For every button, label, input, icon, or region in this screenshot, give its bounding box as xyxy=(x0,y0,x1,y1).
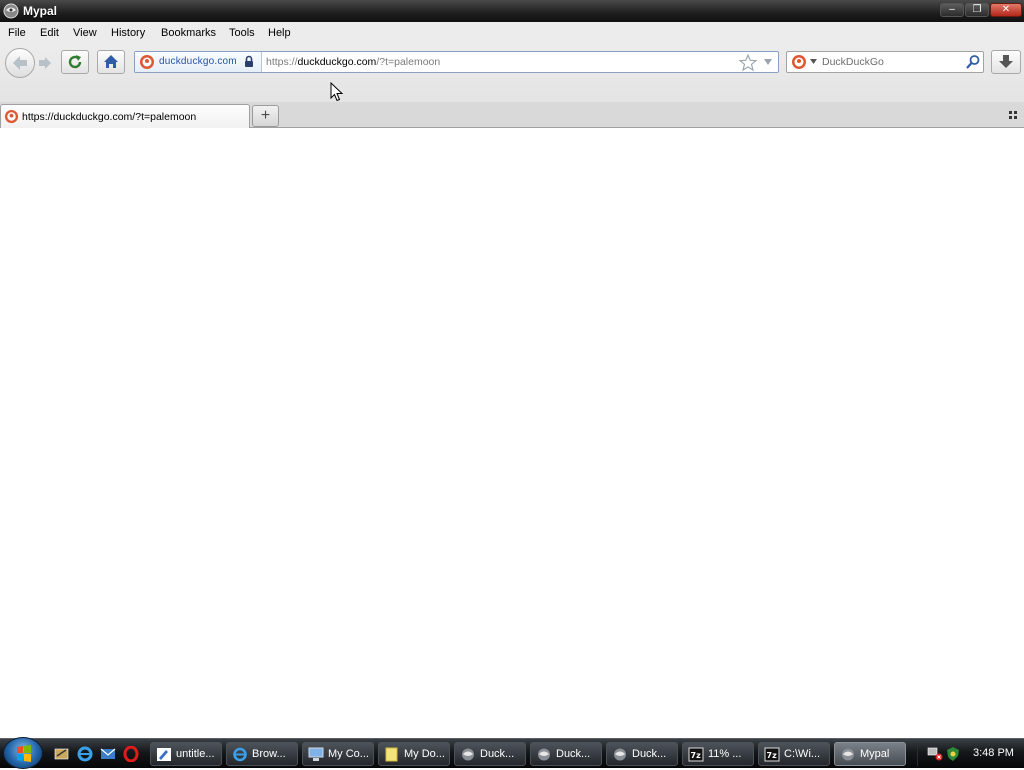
search-icon[interactable] xyxy=(965,54,981,70)
menu-edit[interactable]: Edit xyxy=(40,27,59,39)
new-tab-button[interactable]: + xyxy=(252,105,279,127)
mail-icon[interactable] xyxy=(100,746,116,762)
svg-text:7z: 7z xyxy=(767,751,778,760)
url-bar[interactable]: duckduckgo.com https://duckduckgo.com/?t… xyxy=(134,51,779,73)
mypal-icon xyxy=(842,748,854,761)
start-button[interactable] xyxy=(3,737,43,769)
mouse-cursor-icon xyxy=(330,82,343,102)
download-icon xyxy=(999,55,1013,68)
taskbar-item[interactable]: Duck... xyxy=(606,742,678,766)
taskbar-item[interactable]: Duck... xyxy=(454,742,526,766)
reload-button[interactable] xyxy=(61,50,89,74)
folder-icon xyxy=(385,747,398,762)
home-icon xyxy=(104,55,118,68)
star-icon[interactable] xyxy=(739,54,757,71)
close-button[interactable]: ✕ xyxy=(990,3,1022,17)
chevron-down-icon[interactable] xyxy=(810,59,817,64)
page-content[interactable] xyxy=(0,128,1024,738)
menu-history[interactable]: History xyxy=(111,27,145,39)
downloads-button[interactable] xyxy=(991,50,1021,74)
reload-icon xyxy=(68,55,82,69)
list-all-tabs-icon[interactable] xyxy=(1009,111,1018,120)
search-input[interactable]: DuckDuckGo xyxy=(822,56,884,68)
ie-icon[interactable] xyxy=(77,746,93,762)
taskbar-item[interactable]: My Co... xyxy=(302,742,374,766)
menu-help[interactable]: Help xyxy=(268,27,291,39)
taskbar: untitle... Brow... My Co... My Do... Duc… xyxy=(0,737,1024,769)
navigation-toolbar: duckduckgo.com https://duckduckgo.com/?t… xyxy=(0,45,1024,102)
menu-view[interactable]: View xyxy=(73,27,97,39)
identity-domain: duckduckgo.com xyxy=(159,56,237,67)
taskbar-item[interactable]: Brow... xyxy=(226,742,298,766)
menu-bookmarks[interactable]: Bookmarks xyxy=(161,27,216,39)
back-button[interactable] xyxy=(5,48,35,78)
mypal-icon xyxy=(462,748,474,761)
mypal-icon xyxy=(3,3,19,19)
window-title: Mypal xyxy=(23,4,58,18)
7zip-icon: 7z xyxy=(688,747,704,762)
site-identity-button[interactable]: duckduckgo.com xyxy=(135,52,262,72)
restore-button[interactable]: ❐ xyxy=(965,3,989,17)
taskbar-item[interactable]: 7z 11% ... xyxy=(682,742,754,766)
duckduckgo-icon[interactable] xyxy=(791,54,807,70)
ie-icon xyxy=(233,747,247,762)
menubar: File Edit View History Bookmarks Tools H… xyxy=(0,22,1024,45)
url-text[interactable]: https://duckduckgo.com/?t=palemoon xyxy=(266,56,440,68)
svg-text:7z: 7z xyxy=(691,751,702,760)
duckduckgo-icon xyxy=(4,109,19,124)
window-titlebar[interactable]: Mypal – ❐ ✕ xyxy=(0,0,1024,22)
lock-icon xyxy=(245,55,253,67)
dropdown-arrow-icon[interactable] xyxy=(763,58,773,66)
taskbar-item[interactable]: Duck... xyxy=(530,742,602,766)
system-tray: 3:48 PM xyxy=(917,742,1021,766)
arrow-left-icon xyxy=(13,56,27,70)
home-button[interactable] xyxy=(97,50,125,74)
menu-tools[interactable]: Tools xyxy=(229,27,255,39)
windows-logo-icon xyxy=(17,745,31,762)
tab-duckduckgo[interactable]: https://duckduckgo.com/?t=palemoon xyxy=(0,104,250,128)
security-center-icon[interactable] xyxy=(945,746,961,762)
search-bar[interactable]: DuckDuckGo xyxy=(786,51,984,73)
computer-icon xyxy=(308,747,324,761)
taskbar-item-active[interactable]: Mypal xyxy=(834,742,906,766)
clock[interactable]: 3:48 PM xyxy=(973,747,1014,759)
opera-icon[interactable] xyxy=(123,746,139,762)
mypal-icon xyxy=(538,748,550,761)
taskbar-item[interactable]: My Do... xyxy=(378,742,450,766)
taskbar-item[interactable]: 7z C:\Wi... xyxy=(758,742,830,766)
arrow-right-icon xyxy=(39,57,51,69)
menu-file[interactable]: File xyxy=(8,27,26,39)
duckduckgo-icon xyxy=(140,55,154,69)
minimize-button[interactable]: – xyxy=(940,3,964,17)
paint-icon xyxy=(157,748,171,761)
mypal-icon xyxy=(614,748,626,761)
show-desktop-icon[interactable] xyxy=(54,746,70,762)
network-icon[interactable] xyxy=(927,746,943,762)
forward-button[interactable] xyxy=(34,53,56,73)
tab-strip: https://duckduckgo.com/?t=palemoon + xyxy=(0,102,1024,128)
tab-label: https://duckduckgo.com/?t=palemoon xyxy=(22,111,197,123)
taskbar-item[interactable]: untitle... xyxy=(150,742,222,766)
7zip-icon: 7z xyxy=(764,747,780,762)
